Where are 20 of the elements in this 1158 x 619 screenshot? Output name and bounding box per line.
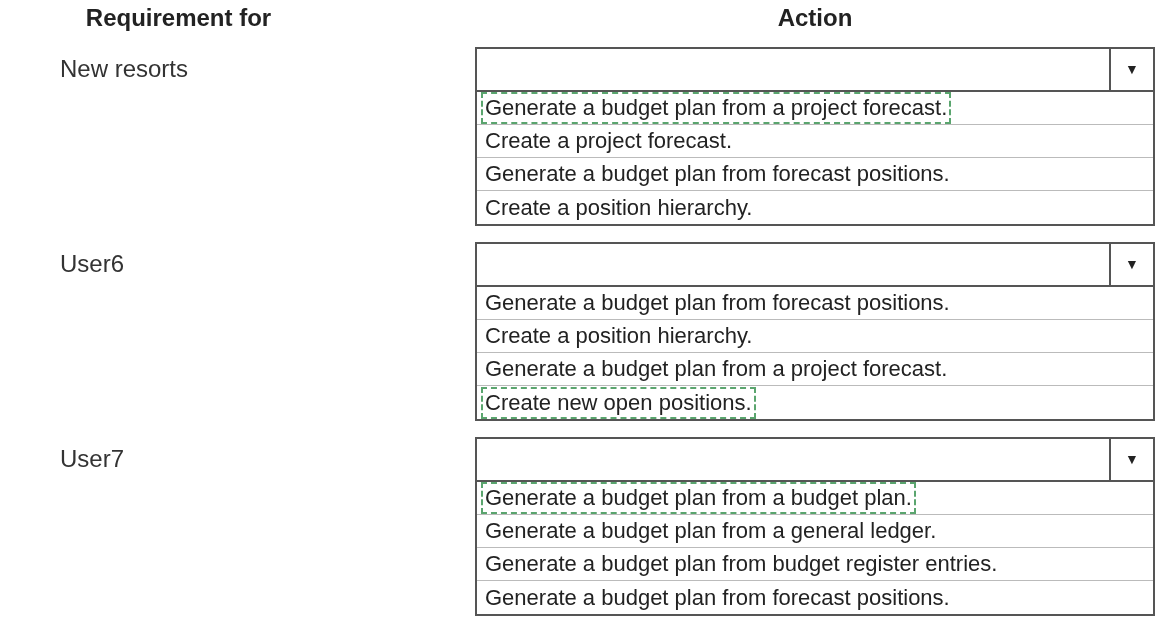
dropdown-option[interactable]: Create new open positions. bbox=[481, 386, 756, 419]
requirement-label: User6 bbox=[60, 250, 125, 277]
dropdown[interactable]: ▼ bbox=[475, 437, 1155, 482]
dropdown[interactable]: ▼ bbox=[475, 47, 1155, 92]
dropdown-option[interactable]: Create a position hierarchy. bbox=[481, 191, 757, 224]
dropdown-option[interactable]: Generate a budget plan from forecast positions. bbox=[481, 287, 954, 319]
dropdown-option[interactable]: Generate a budget plan from a project forecast. bbox=[481, 92, 952, 124]
dropdown-option[interactable]: Generate a budget plan from forecast positions. bbox=[481, 581, 954, 614]
dropdown-option[interactable]: Create a position hierarchy. bbox=[481, 320, 757, 352]
requirement-label: New resorts bbox=[60, 55, 189, 82]
dropdown[interactable]: ▼ bbox=[475, 242, 1155, 287]
dropdown-option[interactable]: Create a project forecast. bbox=[481, 125, 736, 157]
dropdown-option[interactable]: Generate a budget plan from a project forecast. bbox=[481, 353, 952, 385]
column-header: Requirement for bbox=[85, 3, 272, 33]
column-header: Action bbox=[777, 3, 853, 33]
dropdown-option[interactable]: Generate a budget plan from a general ledger. bbox=[481, 515, 941, 547]
requirement-label: User7 bbox=[60, 445, 125, 472]
dropdown-option[interactable]: Generate a budget plan from forecast positions. bbox=[481, 158, 954, 190]
dropdown-option[interactable]: Generate a budget plan from budget register entries. bbox=[481, 548, 1002, 580]
dropdown-option[interactable]: Generate a budget plan from a budget plan. bbox=[481, 482, 916, 514]
